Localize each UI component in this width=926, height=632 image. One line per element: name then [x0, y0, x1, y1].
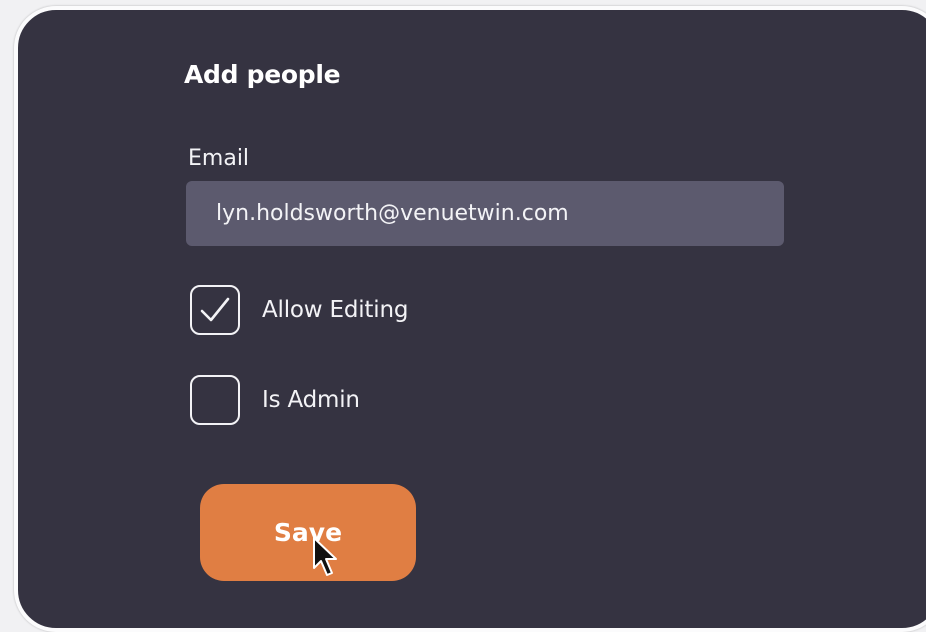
allow-editing-option[interactable]: Allow Editing [190, 285, 408, 335]
save-button[interactable]: Save [200, 484, 416, 581]
add-people-dialog: Add people Email Allow Editing Is Admin … [14, 6, 926, 632]
dialog-title: Add people [184, 60, 341, 89]
email-input[interactable] [186, 181, 784, 246]
check-icon [200, 297, 230, 322]
allow-editing-label: Allow Editing [262, 297, 409, 323]
allow-editing-checkbox[interactable] [190, 285, 240, 335]
is-admin-option[interactable]: Is Admin [190, 375, 360, 425]
is-admin-checkbox[interactable] [190, 375, 240, 425]
email-label: Email [188, 146, 250, 171]
is-admin-label: Is Admin [262, 387, 360, 413]
